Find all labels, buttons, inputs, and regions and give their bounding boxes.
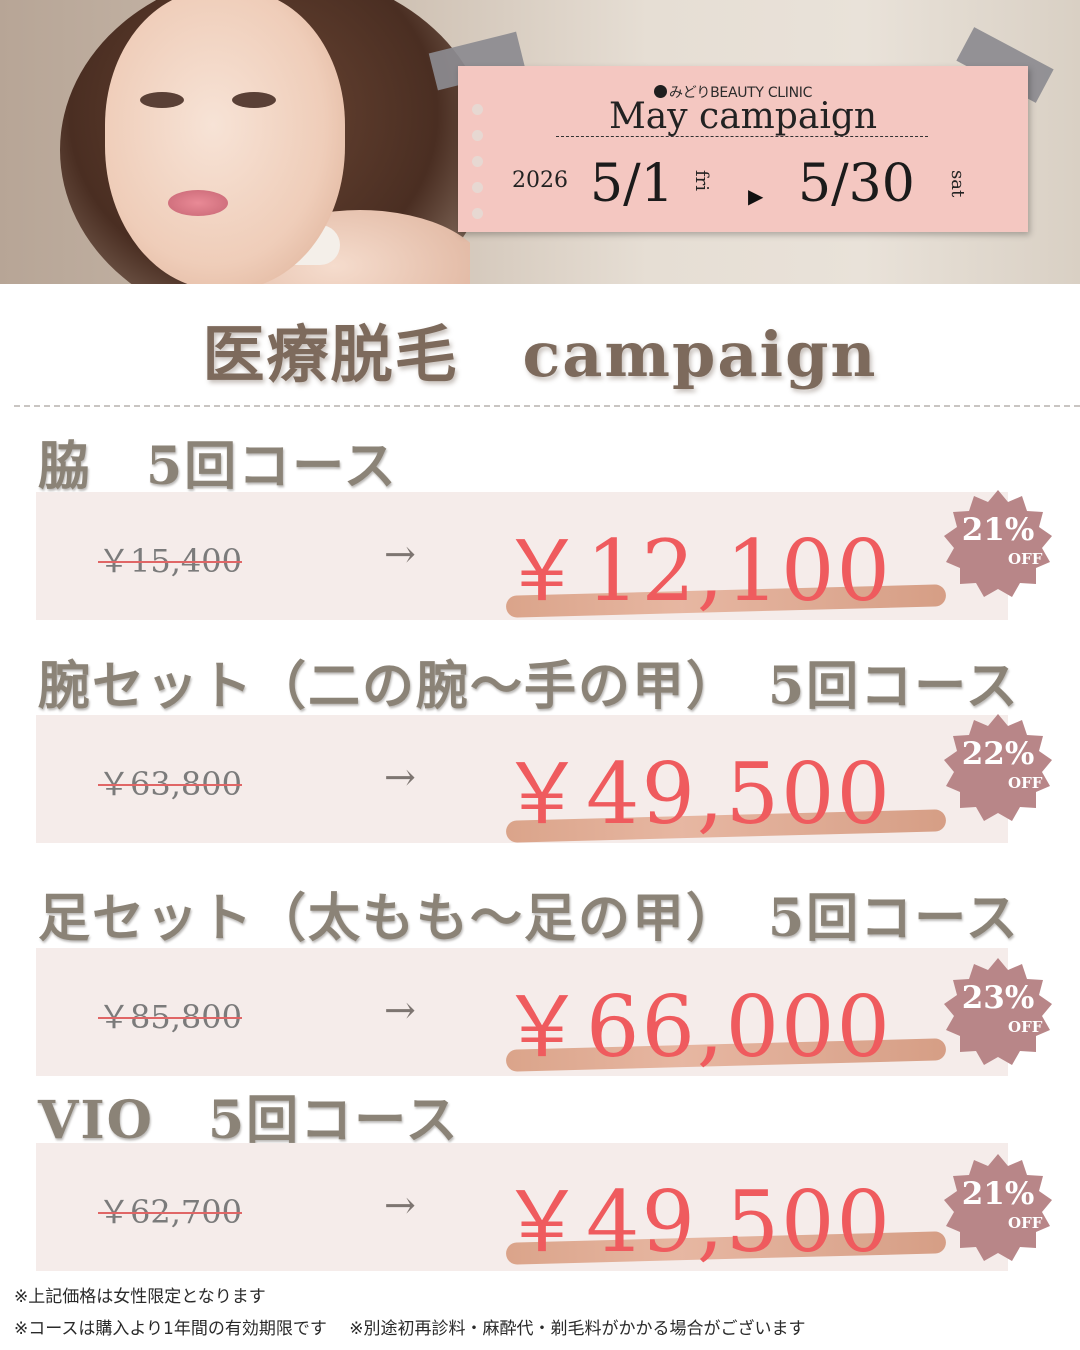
title-underline [556, 136, 928, 137]
discount-badge: 21% OFF [942, 1152, 1054, 1264]
discount-badge: 22% OFF [942, 712, 1054, 824]
price-row: ￥62,700 → ￥49,500 [36, 1143, 1008, 1271]
campaign-year: 2026 [512, 168, 568, 193]
start-date: 5/1 [590, 154, 674, 214]
course-title: 脇 5回コース [38, 436, 398, 497]
old-price: ￥85,800 [98, 998, 242, 1036]
new-price: ￥49,500 [500, 1173, 892, 1271]
note-line-1: ※上記価格は女性限定となります [14, 1287, 266, 1307]
arrow-icon: → [384, 988, 416, 1032]
course-title: VIO 5回コース [38, 1090, 460, 1151]
end-day: sat [947, 170, 968, 198]
old-price: ￥63,800 [98, 765, 242, 803]
discount-percent: 21% [961, 512, 1035, 548]
discount-off-label: OFF [1008, 1214, 1043, 1232]
arrow-icon: → [384, 1183, 416, 1227]
end-date: 5/30 [798, 154, 915, 214]
model-photo [0, 0, 470, 284]
arrow-icon: → [384, 532, 416, 576]
campaign-card: みどりBEAUTY CLINIC May campaign 2026 5/1 f… [458, 66, 1028, 232]
arrow-icon: → [384, 755, 416, 799]
discount-badge: 23% OFF [942, 956, 1054, 1068]
old-price: ￥15,400 [98, 542, 242, 580]
date-arrow-icon: ▶ [748, 184, 764, 208]
price-row: ￥63,800 → ￥49,500 [36, 715, 1008, 843]
discount-badge: 21% OFF [942, 488, 1054, 600]
course-title: 足セット（太もも～足の甲） 5回コース [38, 888, 1020, 949]
header-banner: みどりBEAUTY CLINIC May campaign 2026 5/1 f… [0, 0, 1080, 284]
discount-off-label: OFF [1008, 774, 1043, 792]
course-title: 腕セット（二の腕～手の甲） 5回コース [38, 656, 1020, 717]
old-price: ￥62,700 [98, 1193, 242, 1231]
new-price: ￥49,500 [500, 745, 892, 843]
new-price: ￥66,000 [500, 978, 892, 1076]
section-divider [14, 405, 1080, 407]
discount-off-label: OFF [1008, 550, 1043, 568]
discount-percent: 22% [961, 736, 1035, 772]
note-line-2: ※コースは購入より1年間の有効期限です ※別途初再診料・麻酔代・剃毛料がかかる場… [14, 1319, 806, 1339]
campaign-title: May campaign [608, 96, 878, 137]
discount-percent: 21% [961, 1176, 1035, 1212]
discount-percent: 23% [961, 980, 1035, 1016]
discount-off-label: OFF [1008, 1018, 1043, 1036]
new-price: ￥12,100 [500, 522, 892, 620]
start-day: fri [691, 170, 712, 192]
main-title: 医療脱毛 campaign [202, 318, 878, 391]
price-row: ￥85,800 → ￥66,000 [36, 948, 1008, 1076]
price-row: ￥15,400 → ￥12,100 [36, 492, 1008, 620]
